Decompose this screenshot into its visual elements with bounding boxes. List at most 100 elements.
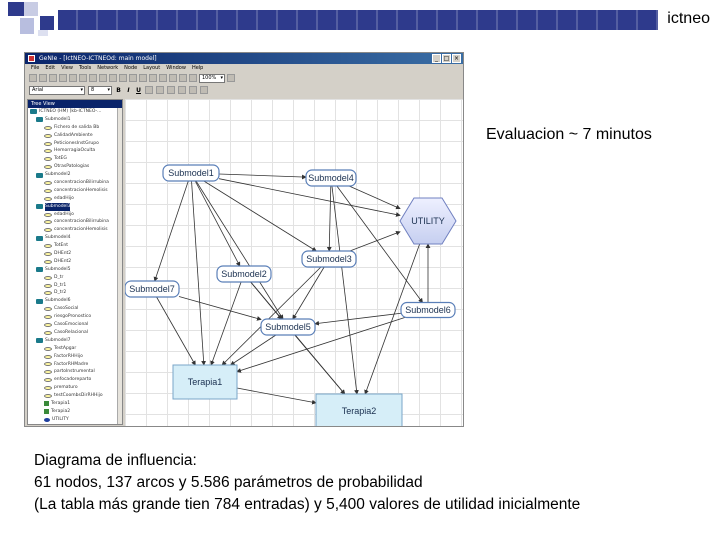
- tree-item[interactable]: edadHijo: [28, 211, 122, 219]
- tree-item[interactable]: testCoombsDirRHHijo: [28, 392, 122, 400]
- align-left-icon[interactable]: [145, 86, 153, 94]
- tree-item[interactable]: D_tr: [28, 274, 122, 282]
- arc-s1-s3[interactable]: [203, 180, 317, 252]
- node-terapia2[interactable]: Terapia2: [315, 393, 403, 426]
- font-color-icon[interactable]: [200, 86, 208, 94]
- arc-icon[interactable]: [149, 74, 157, 82]
- tree-item[interactable]: partoInstrumental: [28, 368, 122, 376]
- tree-item[interactable]: TestApgar: [28, 345, 122, 353]
- tree-item[interactable]: Terapia1: [28, 400, 122, 408]
- arc-s1-s2[interactable]: [194, 180, 241, 267]
- tree-item[interactable]: Submodel7: [28, 337, 122, 345]
- tree-item[interactable]: Submodel2: [28, 171, 122, 179]
- chance-node-icon[interactable]: [109, 74, 117, 82]
- paste-icon[interactable]: [89, 74, 97, 82]
- tree-item[interactable]: DHEnt2: [28, 250, 122, 258]
- menu-layout[interactable]: Layout: [143, 64, 160, 73]
- tree-item[interactable]: CasoRelacional: [28, 329, 122, 337]
- arc-s5-t2[interactable]: [294, 334, 346, 395]
- tree-item[interactable]: FactorRHHijo: [28, 353, 122, 361]
- tree-item[interactable]: enfocadoreparto: [28, 376, 122, 384]
- node-terapia1[interactable]: Terapia1: [172, 364, 238, 400]
- menu-file[interactable]: File: [31, 64, 39, 73]
- tree-item[interactable]: ICTNEO (HM) [kb-ICTNEO-...: [28, 108, 122, 116]
- node-submodel6[interactable]: Submodel6: [400, 301, 456, 319]
- tree-item[interactable]: FactorRHMadre: [28, 361, 122, 369]
- update-icon[interactable]: [169, 74, 177, 82]
- menu-window[interactable]: Window: [166, 64, 186, 73]
- tree-item[interactable]: edadHijo: [28, 195, 122, 203]
- arc-s4-s6[interactable]: [336, 185, 423, 304]
- print-icon[interactable]: [59, 74, 67, 82]
- menu-help[interactable]: Help: [192, 64, 203, 73]
- tree-item[interactable]: TotEG: [28, 155, 122, 163]
- cut-icon[interactable]: [69, 74, 77, 82]
- font-select[interactable]: Arial: [29, 85, 85, 95]
- align-right-icon[interactable]: [167, 86, 175, 94]
- arc-s1-s7[interactable]: [153, 180, 189, 282]
- decision-node-icon[interactable]: [119, 74, 127, 82]
- tree-item[interactable]: DHEnt2: [28, 258, 122, 266]
- tree-item[interactable]: concentracionBilirrubina: [28, 218, 122, 226]
- tree-item[interactable]: concentracionHemolisis: [28, 187, 122, 195]
- tree-item[interactable]: Submodel5: [28, 266, 122, 274]
- new-icon[interactable]: [29, 74, 37, 82]
- tree-item[interactable]: concentracionBilirrubina: [28, 179, 122, 187]
- zoom-select[interactable]: 100%: [199, 74, 225, 83]
- tree-item[interactable]: Submodel4: [28, 234, 122, 242]
- node-submodel1[interactable]: Submodel1: [162, 164, 220, 182]
- utility-node-icon[interactable]: [129, 74, 137, 82]
- tree-item[interactable]: PeticionesInstGrupo: [28, 140, 122, 148]
- arc-s1-s5[interactable]: [195, 180, 284, 320]
- menu-network[interactable]: Network: [97, 64, 118, 73]
- italic-button[interactable]: I: [125, 87, 132, 94]
- submodel-icon[interactable]: [139, 74, 147, 82]
- underline-button[interactable]: U: [135, 87, 142, 94]
- node-submodel5[interactable]: Submodel5: [260, 318, 316, 336]
- copy-icon[interactable]: [79, 74, 87, 82]
- tree-item[interactable]: Terapia2: [28, 408, 122, 416]
- menu-view[interactable]: View: [61, 64, 73, 73]
- menu-tools[interactable]: Tools: [79, 64, 91, 73]
- select-icon[interactable]: [99, 74, 107, 82]
- menu-edit[interactable]: Edit: [45, 64, 55, 73]
- arc-s3-u[interactable]: [349, 230, 401, 252]
- tree-item[interactable]: D_tr1: [28, 282, 122, 290]
- open-icon[interactable]: [39, 74, 47, 82]
- tree-item[interactable]: CasoSocial: [28, 305, 122, 313]
- tree-item[interactable]: TotEnt: [28, 242, 122, 250]
- tree-item[interactable]: Fichero de salida Bb: [28, 124, 122, 132]
- tree-item[interactable]: HemorragiaOculta: [28, 147, 122, 155]
- filter-icon[interactable]: [179, 74, 187, 82]
- tree-item[interactable]: CasoEmocional: [28, 321, 122, 329]
- menu-node[interactable]: Node: [124, 64, 137, 73]
- arc-s2-t1[interactable]: [210, 281, 242, 366]
- tree-item[interactable]: prematuro: [28, 384, 122, 392]
- tree-item[interactable]: D_tr2: [28, 289, 122, 297]
- node-utility[interactable]: UTILITY: [399, 197, 457, 245]
- tree-item[interactable]: UTILITY: [28, 416, 122, 424]
- tree-item[interactable]: concentracionHemolisis: [28, 226, 122, 234]
- arc-s6-s5[interactable]: [314, 312, 402, 326]
- tree-item[interactable]: Submodel6: [28, 297, 122, 305]
- node-submodel2[interactable]: Submodel2: [216, 265, 272, 283]
- tree-item[interactable]: Submodel1: [28, 116, 122, 124]
- grid-icon[interactable]: [189, 74, 197, 82]
- arc-s7-t1[interactable]: [156, 296, 196, 366]
- font-size-select[interactable]: 8: [88, 85, 112, 95]
- arc-u-t2[interactable]: [364, 243, 421, 395]
- node-submodel3[interactable]: Submodel3: [301, 250, 357, 268]
- bold-button[interactable]: B: [115, 87, 122, 94]
- arc-s4-t2[interactable]: [331, 185, 359, 395]
- line-color-icon[interactable]: [189, 86, 197, 94]
- arc-s4-u[interactable]: [348, 185, 401, 210]
- close-button[interactable]: ×: [452, 54, 461, 63]
- text-icon[interactable]: [159, 74, 167, 82]
- arc-s4-s3[interactable]: [326, 185, 332, 252]
- minimize-button[interactable]: _: [432, 54, 441, 63]
- arc-s7-s5[interactable]: [178, 296, 262, 321]
- diagram-canvas[interactable]: Submodel1 Submodel4 Submodel3 Submodel2 Subm…: [125, 99, 463, 426]
- arc-t1-t2[interactable]: [236, 387, 317, 405]
- align-center-icon[interactable]: [156, 86, 164, 94]
- maximize-button[interactable]: □: [442, 54, 451, 63]
